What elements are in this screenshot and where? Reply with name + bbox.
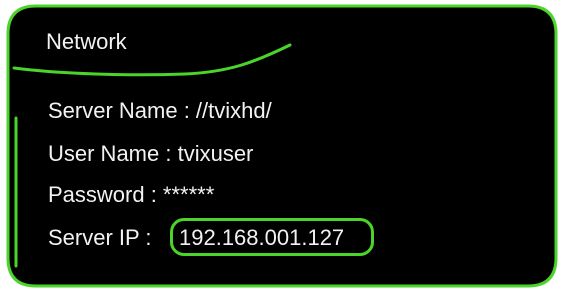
network-settings-screen: Network Server Name : //tvixhd/ User Nam… (0, 0, 561, 290)
server-name-field: Server Name : //tvixhd/ (48, 98, 272, 123)
user-name-field: User Name : tvixuser (48, 141, 254, 166)
password-field: Password : ****** (48, 182, 215, 207)
server-ip-label: Server IP : (48, 225, 152, 250)
panel-title: Network (46, 29, 127, 54)
server-ip-value[interactable]: 192.168.001.127 (179, 227, 344, 249)
